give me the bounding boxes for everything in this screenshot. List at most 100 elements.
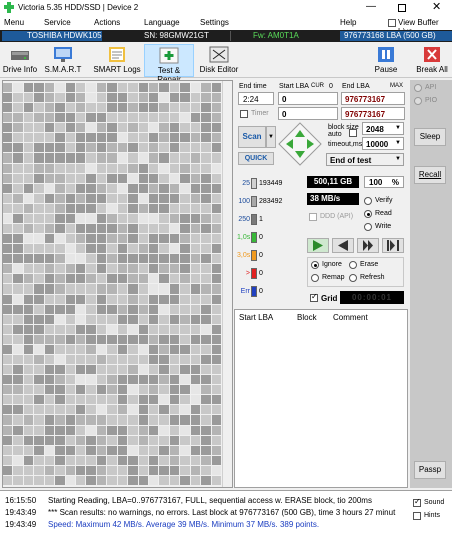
map-block xyxy=(65,294,75,304)
map-block xyxy=(96,294,107,304)
maximize-button[interactable] xyxy=(398,4,406,12)
write-radio[interactable] xyxy=(364,223,372,231)
map-block xyxy=(13,93,23,103)
map-block xyxy=(23,385,34,395)
close-button[interactable]: ✕ xyxy=(432,0,441,13)
break-all-icon xyxy=(424,47,440,62)
hints-checkbox[interactable] xyxy=(413,512,421,520)
map-block xyxy=(55,93,65,103)
map-block xyxy=(23,415,34,425)
map-block xyxy=(76,415,86,425)
smart-logs-button[interactable]: SMART Logs xyxy=(92,44,142,77)
erase-radio[interactable] xyxy=(349,261,357,269)
end-of-test-select[interactable]: End of test ▼ xyxy=(326,153,404,166)
sleep-button[interactable]: Sleep xyxy=(414,128,446,146)
map-block xyxy=(201,425,211,435)
drive-info-button[interactable]: Drive Info xyxy=(2,44,38,77)
counter-label: 250 xyxy=(238,216,250,223)
minimize-button[interactable]: — xyxy=(366,1,376,12)
api-radio[interactable] xyxy=(414,84,422,92)
menu-item-language[interactable]: Language xyxy=(144,18,180,27)
log-line: 19:43:49 Speed: Maximum 42 MB/s. Average … xyxy=(0,520,410,531)
block-size-select[interactable]: 2048 ▼ xyxy=(362,122,404,135)
map-block xyxy=(149,354,159,365)
break-all-button[interactable]: Break All xyxy=(414,44,450,77)
start-lba-field[interactable]: 0 xyxy=(278,92,338,105)
map-block xyxy=(169,113,180,123)
pio-radio[interactable] xyxy=(414,97,422,105)
map-block xyxy=(128,385,138,395)
map-block xyxy=(159,344,169,354)
seek-navigation-pad[interactable] xyxy=(278,122,322,166)
ddd-api-checkbox[interactable] xyxy=(309,213,317,221)
map-block xyxy=(149,455,159,465)
skip-forward-button[interactable] xyxy=(357,238,379,253)
map-block xyxy=(211,113,221,123)
map-block xyxy=(159,163,169,173)
map-block xyxy=(13,435,23,445)
map-block xyxy=(138,455,148,465)
api-label: API xyxy=(425,84,437,91)
map-block xyxy=(3,435,13,445)
smart-button[interactable]: S.M.A.R.T xyxy=(40,44,86,77)
view-buffer-checkbox[interactable] xyxy=(388,19,396,27)
erase-label: Erase xyxy=(360,261,379,268)
ignore-radio[interactable] xyxy=(311,261,319,269)
timer-field[interactable]: 0 xyxy=(278,107,338,120)
map-scrollbar[interactable] xyxy=(222,81,232,487)
map-block xyxy=(65,153,75,163)
scan-button[interactable]: Scan xyxy=(238,126,266,148)
verify-radio[interactable] xyxy=(364,197,372,205)
menu-item-help[interactable]: Help xyxy=(340,18,356,27)
timeout-select[interactable]: 10000 ▼ xyxy=(362,137,404,150)
skip-end-button[interactable] xyxy=(382,238,404,253)
end-lba-secondary-field[interactable]: 976773167 xyxy=(341,107,405,120)
menu-item-actions[interactable]: Actions xyxy=(94,18,120,27)
end-lba-field[interactable]: 976773167 xyxy=(341,92,405,105)
map-block xyxy=(117,123,128,133)
quick-button[interactable]: QUICK xyxy=(238,152,274,165)
menu-bar: Menu Service Actions Language Settings H… xyxy=(0,16,452,36)
map-block xyxy=(117,415,128,425)
map-block xyxy=(128,244,138,254)
map-block xyxy=(117,354,128,365)
recall-button[interactable]: Recall xyxy=(414,166,446,184)
map-block xyxy=(138,93,148,103)
map-block xyxy=(44,314,55,324)
map-block xyxy=(34,193,44,203)
end-time-field[interactable]: 2:24 xyxy=(238,92,274,105)
map-block xyxy=(3,304,13,314)
map-block xyxy=(169,143,180,153)
pause-button[interactable]: Pause xyxy=(372,44,400,77)
menu-item-service[interactable]: Service xyxy=(44,18,71,27)
menu-item-settings[interactable]: Settings xyxy=(200,18,229,27)
refresh-radio[interactable] xyxy=(349,274,357,282)
disk-editor-button[interactable]: Disk Editor xyxy=(198,44,240,77)
scan-dropdown-button[interactable]: ▼ xyxy=(266,126,276,148)
map-block xyxy=(149,244,159,254)
map-block xyxy=(180,435,190,445)
map-block xyxy=(34,203,44,213)
map-block xyxy=(159,83,169,93)
grid-checkbox[interactable]: ✓ xyxy=(310,292,318,302)
map-block xyxy=(76,365,86,375)
device-info-bar: TOSHIBA HDWK105 SN: 98GMW21GT Fw: AM0T1A… xyxy=(0,30,452,42)
remap-radio[interactable] xyxy=(311,274,319,282)
rewind-button[interactable] xyxy=(332,238,354,253)
read-radio[interactable] xyxy=(364,210,372,218)
test-repair-button[interactable]: Test & Repair xyxy=(144,44,194,84)
map-block xyxy=(44,324,55,334)
map-block xyxy=(180,133,190,143)
timer-checkbox[interactable] xyxy=(240,110,248,118)
map-block xyxy=(86,435,96,445)
menu-item-menu[interactable]: Menu xyxy=(4,18,24,27)
auto-block-checkbox[interactable] xyxy=(349,129,357,137)
map-block xyxy=(117,203,128,213)
map-block xyxy=(159,455,169,465)
passp-button[interactable]: Passp xyxy=(414,461,446,479)
map-block xyxy=(201,193,211,203)
play-button[interactable] xyxy=(307,238,329,253)
map-block xyxy=(3,324,13,334)
sound-checkbox[interactable]: ✓ xyxy=(413,497,421,507)
map-block xyxy=(76,344,86,354)
